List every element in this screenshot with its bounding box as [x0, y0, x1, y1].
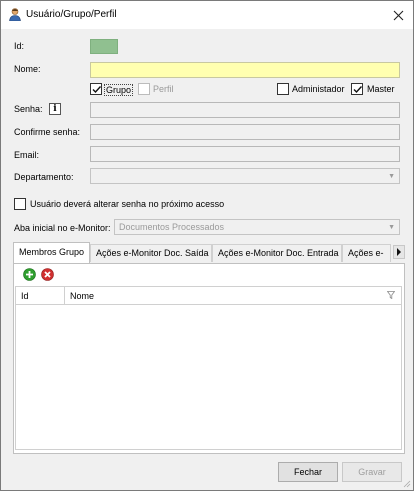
chevron-down-icon: ▼ [388, 173, 395, 180]
email-input[interactable] [90, 146, 400, 162]
remove-icon [41, 268, 54, 281]
departamento-select[interactable]: ▼ [90, 168, 400, 184]
tab-strip: Membros Grupo Ações e-Monitor Doc. Saída… [13, 242, 405, 264]
close-button[interactable] [383, 1, 413, 29]
column-id-header[interactable]: Id [21, 291, 29, 301]
grupo-label: Grupo [104, 84, 134, 96]
user-icon [8, 7, 22, 22]
title-bar: Usuário/Grupo/Perfil [1, 1, 413, 29]
dialog-content: Id: Nome: Grupo Perfil Administador Mast… [1, 29, 413, 490]
confirme-senha-label: Confirme senha: [14, 127, 81, 137]
tab-acoes-more[interactable]: Ações e- [342, 244, 391, 262]
aba-inicial-value: Documentos Processados [119, 222, 225, 232]
administrador-checkbox[interactable] [277, 83, 289, 95]
chevron-right-icon [397, 248, 401, 256]
grid-header: Id Nome [16, 287, 401, 305]
departamento-label: Departamento: [14, 172, 74, 182]
add-member-button[interactable] [23, 268, 36, 281]
master-checkbox[interactable] [351, 83, 363, 95]
senha-input[interactable] [90, 102, 400, 118]
email-label: Email: [14, 150, 40, 160]
tab-scroll-right-button[interactable] [393, 245, 405, 259]
members-grid: Id Nome [15, 286, 402, 450]
nome-input[interactable] [90, 62, 400, 78]
window-title: Usuário/Grupo/Perfil [26, 9, 117, 20]
column-nome-header[interactable]: Nome [70, 291, 94, 301]
senha-label: Senha: [14, 104, 43, 114]
alterar-senha-checkbox[interactable] [14, 198, 26, 210]
info-icon[interactable]: i [49, 103, 61, 115]
tab-acoes-doc-entrada[interactable]: Ações e-Monitor Doc. Entrada [212, 244, 342, 262]
perfil-label: Perfil [153, 84, 174, 94]
master-label: Master [367, 84, 395, 94]
tab-membros-grupo[interactable]: Membros Grupo [13, 242, 90, 263]
gravar-button[interactable]: Gravar [342, 462, 402, 482]
close-icon [393, 10, 403, 20]
tab-acoes-doc-saida[interactable]: Ações e-Monitor Doc. Saída [90, 244, 212, 262]
tab-panel-membros-grupo: Id Nome [13, 263, 405, 454]
alterar-senha-label: Usuário deverá alterar senha no próximo … [30, 199, 225, 209]
id-label: Id: [14, 41, 25, 51]
confirme-senha-input[interactable] [90, 124, 400, 140]
resize-grip-icon[interactable] [403, 480, 411, 488]
administrador-label: Administador [292, 84, 345, 94]
checkmark-icon [353, 86, 363, 94]
chevron-down-icon: ▼ [388, 224, 395, 231]
aba-inicial-select[interactable]: Documentos Processados ▼ [114, 219, 400, 235]
fechar-button[interactable]: Fechar [278, 462, 338, 482]
column-separator[interactable] [64, 287, 65, 304]
filter-icon[interactable] [386, 291, 396, 301]
perfil-checkbox[interactable] [138, 83, 150, 95]
id-value-field [90, 39, 118, 54]
checkmark-icon [92, 86, 102, 94]
aba-inicial-label: Aba inicial no e-Monitor: [14, 223, 111, 233]
remove-member-button[interactable] [41, 268, 54, 281]
grupo-checkbox[interactable] [90, 83, 102, 95]
add-icon [23, 268, 36, 281]
user-group-profile-dialog: Usuário/Grupo/Perfil Id: Nome: Grupo Per… [0, 0, 414, 491]
nome-label: Nome: [14, 64, 41, 74]
